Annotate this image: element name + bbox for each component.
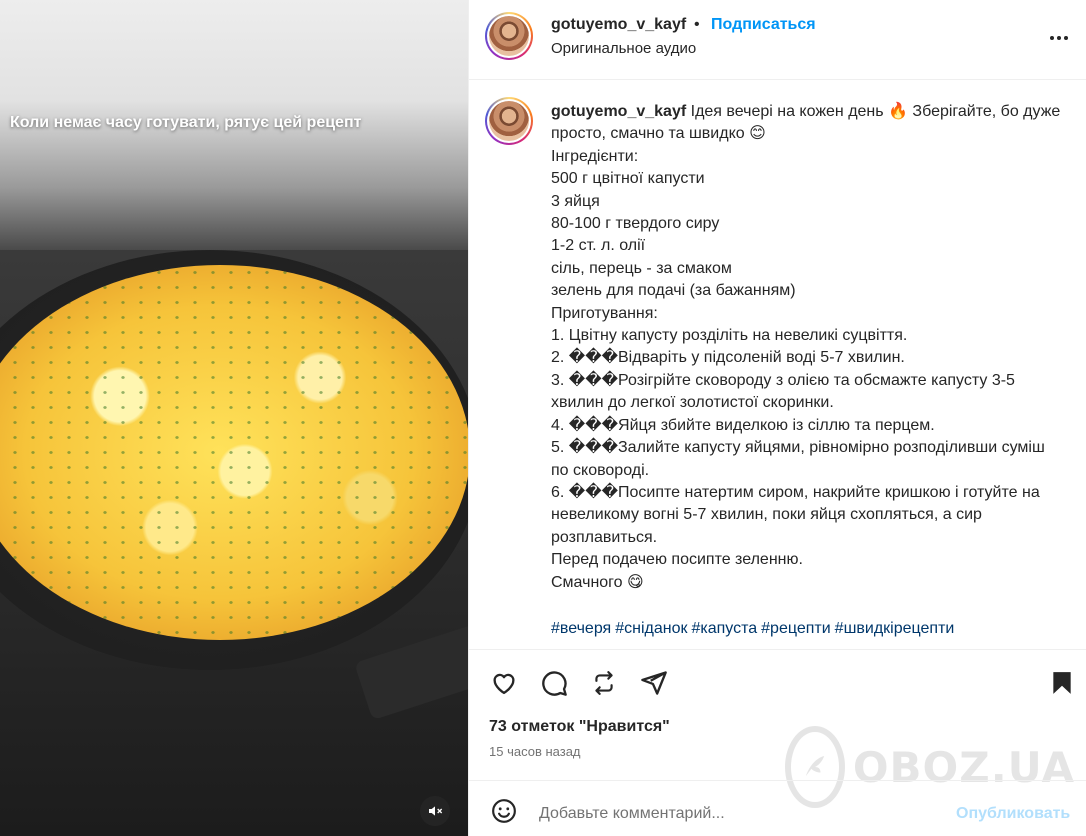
comment-bar: Добавьте комментарий... Опубликовать xyxy=(469,780,1086,836)
comment-input[interactable]: Добавьте комментарий... xyxy=(539,805,725,823)
comment-button[interactable] xyxy=(539,668,569,698)
caption-line: 4. ���Яйця збийте виделкою із сіллю та п… xyxy=(551,416,935,434)
bookmark-icon xyxy=(1053,672,1071,694)
save-button[interactable] xyxy=(1047,668,1077,698)
avatar[interactable] xyxy=(485,12,533,60)
hashtag-link[interactable]: #швидкірецепти xyxy=(835,620,955,637)
caption-line: сіль, перець - за смаком xyxy=(551,259,732,277)
hashtag-link[interactable]: #капуста xyxy=(691,620,757,637)
share-icon xyxy=(641,671,667,695)
post-header: gotuyemo_v_kayf • Подписаться Оригинальн… xyxy=(469,0,1086,80)
caption-line: 3. ���Розігрійте сковороду з олією та об… xyxy=(551,371,1015,412)
header-username[interactable]: gotuyemo_v_kayf xyxy=(551,16,686,34)
like-button[interactable] xyxy=(489,668,519,698)
comment-icon xyxy=(542,671,567,696)
hashtag-link[interactable]: #сніданок xyxy=(615,620,687,637)
caption-text: gotuyemo_v_kayf Ідея вечері на кожен ден… xyxy=(551,101,1061,594)
video-overlay-text: Коли немає часу готувати, рятує цей реце… xyxy=(10,114,362,131)
mute-button[interactable] xyxy=(420,796,450,826)
more-options-button[interactable] xyxy=(1047,26,1071,50)
pan-handle-image xyxy=(354,619,468,721)
caption-username[interactable]: gotuyemo_v_kayf xyxy=(551,103,686,120)
hashtag-link[interactable]: #вечеря xyxy=(551,620,611,637)
post-timestamp[interactable]: 15 часов назад xyxy=(489,744,581,759)
speaker-muted-icon xyxy=(429,806,443,816)
share-button[interactable] xyxy=(639,668,669,698)
herbs-image xyxy=(0,265,468,640)
caption-area: gotuyemo_v_kayf Ідея вечері на кожен ден… xyxy=(469,81,1086,649)
hashtags: #вечеря #сніданок #капуста #рецепти #швидкір… xyxy=(551,620,958,638)
more-horizontal-icon xyxy=(1050,36,1054,40)
caption-line: 80-100 г твердого сиру xyxy=(551,215,720,233)
hashtag-link[interactable]: #рецепти xyxy=(761,620,831,637)
caption-line: Смачного 😋 xyxy=(551,573,644,591)
caption-line: 5. ���Залийте капусту яйцями, рівномірно… xyxy=(551,439,1045,479)
follow-button[interactable]: Подписаться xyxy=(711,16,816,34)
caption-line: 1-2 ст. л. олії xyxy=(551,237,646,255)
post-sidebar: gotuyemo_v_kayf • Подписаться Оригинальн… xyxy=(468,0,1086,836)
post-media[interactable]: Коли немає часу готувати, рятує цей реце… xyxy=(0,0,468,836)
caption-line: Перед подачею посипте зеленню. xyxy=(551,551,803,569)
smiley-icon xyxy=(492,799,516,823)
caption-line: 1. Цвітну капусту розділіть на невеликі … xyxy=(551,327,908,345)
header-separator: • xyxy=(694,16,700,33)
repost-button[interactable] xyxy=(589,668,619,698)
caption-line: 3 яйця xyxy=(551,192,600,210)
caption-line: 2. ���Відваріть у підсоленій воді 5-7 хв… xyxy=(551,349,905,367)
caption-line: Інгредієнти: xyxy=(551,147,639,165)
emoji-button[interactable] xyxy=(489,796,519,826)
caption-avatar[interactable] xyxy=(485,97,533,145)
caption-line: зелень для подачі (за бажанням) xyxy=(551,282,796,300)
audio-link[interactable]: Оригинальное аудио xyxy=(551,40,696,57)
caption-line: 500 г цвітної капусти xyxy=(551,170,705,188)
likes-count[interactable]: 73 отметок "Нравится" xyxy=(489,718,670,736)
caption-line: Приготування: xyxy=(551,304,658,322)
heart-icon xyxy=(493,673,515,695)
post-comment-button[interactable]: Опубликовать xyxy=(956,805,1070,823)
repost-icon xyxy=(595,671,613,695)
action-bar xyxy=(469,649,1086,715)
caption-line: 6. ���Посипте натертим сиром, накрийте к… xyxy=(551,483,1040,546)
